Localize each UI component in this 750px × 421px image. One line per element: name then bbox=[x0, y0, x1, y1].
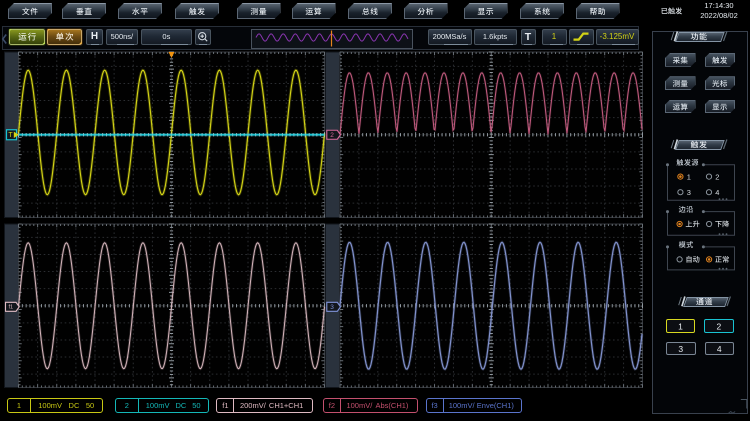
svg-text:f1: f1 bbox=[8, 304, 13, 310]
svg-text:2: 2 bbox=[330, 132, 334, 139]
svg-text:3: 3 bbox=[330, 304, 334, 311]
svg-text:T: T bbox=[8, 132, 13, 139]
